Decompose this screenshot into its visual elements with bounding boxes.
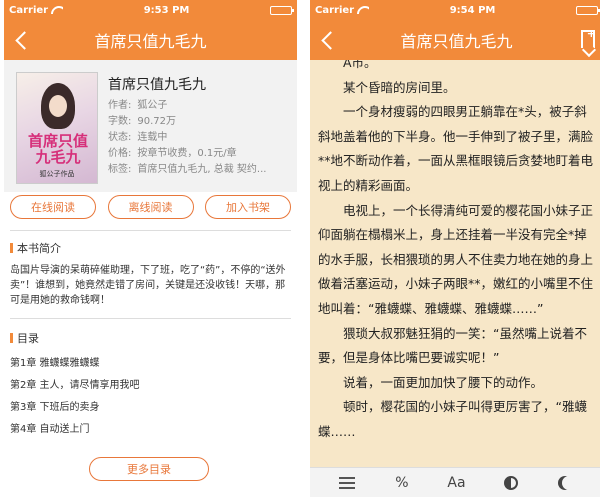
chapter-list: 第1章 雅蠛蝶雅蠛蝶 第2章 主人，请尽情享用我吧 第3章 下班后的卖身 第4章… — [10, 353, 291, 441]
font-button[interactable]: Aa — [446, 473, 466, 493]
read-online-button[interactable]: 在线阅读 — [10, 195, 96, 219]
carrier-label: Carrier — [315, 4, 355, 16]
meta-value: 连载中 — [137, 132, 168, 143]
meta-key: 状态: — [108, 132, 132, 143]
carrier-group: Carrier — [9, 5, 63, 16]
meta-value: 狐公子 — [137, 100, 168, 111]
plus-icon: + — [586, 27, 596, 40]
battery-icon — [575, 5, 600, 15]
paragraph: 顿时，樱花国的小妹子叫得更厉害了，“雅蠛蝶…… — [318, 399, 587, 439]
book-info-panel: 首席只值九毛九 狐公子作品 首席只值九毛九 作者: 狐公子 字数: 90.72万 状… — [4, 60, 297, 192]
book-title: 首席只值九毛九 — [108, 77, 206, 93]
cover-title: 首席只值九毛九 — [27, 132, 88, 166]
more-catalog-button[interactable]: 更多目录 — [89, 457, 209, 481]
reader-screen: Carrier 9:54 PM 首席只值九毛九 + A市。 某个昏暗的房间里。 … — [310, 0, 600, 497]
cover-author: 狐公子作品 — [39, 170, 75, 178]
book-actions: 在线阅读 离线阅读 加入书架 — [4, 195, 297, 223]
paragraph: 一个身材瘦弱的四眼男正躺靠在*头，被子斜斜地盖着他的下半身。他一手伸到了被子里，… — [318, 104, 594, 193]
meta-row: 状态: 连载中 — [108, 130, 293, 146]
add-bookmark-icon[interactable]: + — [581, 27, 596, 48]
meta-value: 按章节收费，0.1元/章 — [137, 148, 237, 159]
meta-key: 字数: — [108, 116, 132, 127]
nav-bar: 首席只值九毛九 + — [310, 20, 600, 60]
back-icon[interactable] — [320, 30, 334, 50]
divider — [10, 230, 291, 231]
paragraph: 电视上，一个长得清纯可爱的樱花国小妹子正仰面躺在榻榻米上，身上还挂着一半没有完全… — [318, 202, 594, 316]
time-label: 9:53 PM — [143, 4, 190, 16]
book-detail-screen: Carrier 9:53 PM 首席只值九毛九 首席只值九毛九 狐公子作品 首席… — [4, 0, 297, 497]
divider — [10, 318, 291, 319]
status-bar: Carrier 9:54 PM — [310, 0, 600, 20]
nav-title: 首席只值九毛九 — [400, 32, 513, 51]
catalog-section: 目录 第1章 雅蠛蝶雅蠛蝶 第2章 主人，请尽情享用我吧 第3章 下班后的卖身 … — [10, 330, 291, 441]
intro-heading: 本书简介 — [10, 240, 291, 256]
meta-row: 价格: 按章节收费，0.1元/章 — [108, 146, 293, 162]
font-size-icon: Aa — [447, 474, 466, 491]
carrier-group: Carrier — [315, 5, 369, 16]
brightness-button[interactable] — [501, 473, 521, 493]
back-icon[interactable] — [14, 30, 28, 50]
percent-icon: % — [395, 474, 409, 491]
chapter-item[interactable]: 第4章 自动送上门 — [10, 419, 291, 441]
contrast-icon — [504, 475, 519, 490]
meta-key: 价格: — [108, 148, 132, 159]
night-mode-button[interactable] — [556, 473, 576, 493]
chapter-item[interactable]: 第3章 下班后的卖身 — [10, 397, 291, 419]
book-meta: 作者: 狐公子 字数: 90.72万 状态: 连载中 价格: 按章节收费，0.1元/章 … — [108, 98, 293, 178]
paragraph: 某个昏暗的房间里。 — [343, 79, 456, 95]
intro-section: 本书简介 岛国片导演的呆萌碎催助理，下了班，吃了“药”，不停的“送外卖”！谁想到… — [10, 240, 291, 308]
catalog-button[interactable] — [337, 473, 357, 493]
catalog-heading: 目录 — [10, 330, 291, 346]
meta-value: 90.72万 — [137, 116, 177, 127]
paragraph: A市。 — [343, 60, 377, 70]
meta-row: 字数: 90.72万 — [108, 114, 293, 130]
nav-title: 首席只值九毛九 — [94, 32, 207, 51]
wifi-icon — [357, 6, 369, 14]
chapter-item[interactable]: 第1章 雅蠛蝶雅蠛蝶 — [10, 353, 291, 375]
chapter-item[interactable]: 第2章 主人，请尽情享用我吧 — [10, 375, 291, 397]
time-label: 9:54 PM — [449, 4, 496, 16]
progress-button[interactable]: % — [392, 473, 412, 493]
wifi-icon — [51, 6, 63, 14]
battery-icon — [269, 5, 294, 15]
paragraph: 说着，一面更加加快了腰下的动作。 — [343, 374, 544, 390]
carrier-label: Carrier — [9, 4, 49, 16]
status-bar: Carrier 9:53 PM — [4, 0, 297, 20]
nav-bar: 首席只值九毛九 — [4, 20, 297, 60]
moon-icon — [562, 476, 576, 490]
menu-icon — [339, 476, 356, 489]
intro-text: 岛国片导演的呆萌碎催助理，下了班，吃了“药”，不停的“送外卖”！谁想到，她竟然走… — [10, 265, 286, 306]
paragraph: 猥琐大叔邪魅狂狷的一笑：“虽然嘴上说着不要，但是身体比嘴巴要诚实呢！” — [318, 325, 587, 366]
reader-toolbar: % Aa — [310, 467, 600, 497]
meta-value: 首席只值九毛九, 总裁 契约... — [137, 164, 267, 175]
meta-key: 标签: — [108, 164, 132, 175]
read-offline-button[interactable]: 离线阅读 — [107, 195, 194, 219]
meta-key: 作者: — [108, 100, 132, 111]
add-to-shelf-button[interactable]: 加入书架 — [205, 195, 291, 219]
cover-figure — [41, 83, 75, 129]
reading-content[interactable]: A市。 某个昏暗的房间里。 一个身材瘦弱的四眼男正躺靠在*头，被子斜斜地盖着他的… — [310, 60, 600, 467]
meta-row: 标签: 首席只值九毛九, 总裁 契约... — [108, 162, 293, 178]
meta-row: 作者: 狐公子 — [108, 98, 293, 114]
book-cover[interactable]: 首席只值九毛九 狐公子作品 — [16, 72, 98, 184]
